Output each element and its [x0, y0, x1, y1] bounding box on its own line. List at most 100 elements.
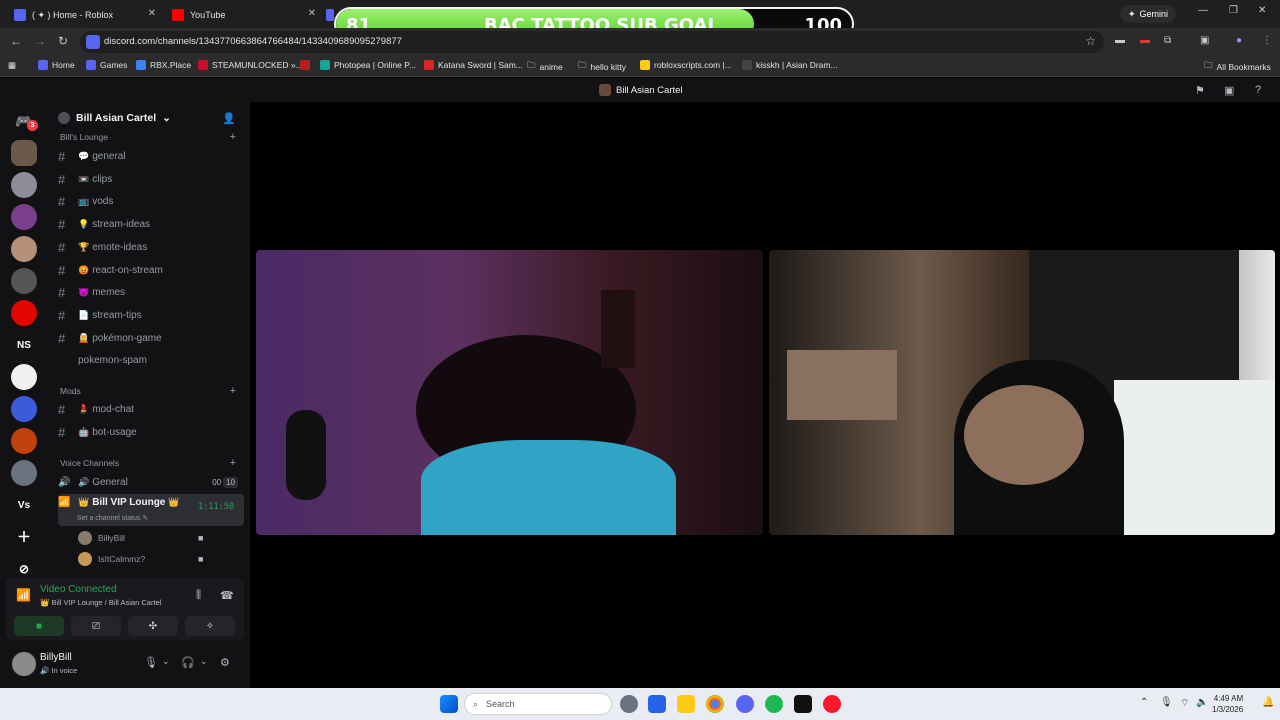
bookmark-star-icon[interactable]: ☆ — [1085, 34, 1096, 48]
chevron-down-icon[interactable]: ⌄ — [162, 656, 170, 667]
voice-channel-general[interactable]: 🔊 🔊 General 00 10 — [58, 472, 244, 492]
close-tab-icon[interactable]: ✕ — [308, 8, 316, 19]
start-windows-icon[interactable] — [440, 695, 458, 713]
notifications-bell-icon[interactable]: 🔔 — [1262, 697, 1274, 708]
extensions-puzzle-icon[interactable]: ⧉ — [1164, 35, 1171, 46]
server-icon[interactable] — [11, 460, 37, 486]
store-icon[interactable] — [648, 695, 666, 713]
extension-red-icon[interactable]: ▬ — [1140, 35, 1150, 46]
share-screen-button[interactable]: ⎚ — [71, 616, 121, 636]
bookmark-games[interactable]: Games — [86, 60, 127, 70]
help-icon[interactable]: ? — [1255, 84, 1261, 96]
apps-grid-icon[interactable]: ▦ — [8, 60, 16, 71]
channel-general[interactable]: # 💬 general — [58, 146, 244, 166]
server-bill-asian-cartel[interactable] — [11, 140, 37, 166]
voice-user-billybill[interactable]: BillyBill ■ — [78, 531, 203, 545]
video-tile-billybill[interactable] — [256, 250, 763, 535]
file-explorer-icon[interactable] — [677, 695, 695, 713]
site-info-icon[interactable] — [86, 35, 100, 49]
reload-icon[interactable]: ↻ — [58, 34, 68, 48]
activities-button[interactable]: ✣ — [128, 616, 178, 636]
connection-signal-icon[interactable]: 📶 — [16, 588, 31, 602]
channel-pokemon-game[interactable]: # 🧝 pokémon-game — [58, 328, 244, 348]
bookmark-robloxscripts[interactable]: robloxscripts.com |... — [640, 60, 732, 70]
bookmark-steamunlocked[interactable]: STEAMUNLOCKED »... — [198, 60, 303, 70]
category-voice[interactable]: Voice Channels — [60, 458, 119, 468]
inbox-icon[interactable]: ▣ — [1224, 84, 1234, 97]
wifi-icon[interactable]: ⌔ — [1180, 697, 1189, 710]
tab-roblox[interactable]: ( ✦ ) Home - Roblox ✕ — [8, 4, 160, 26]
server-icon[interactable] — [11, 396, 37, 422]
server-name-header[interactable]: Bill Asian Cartel ⌄ — [58, 112, 171, 124]
server-icon[interactable] — [11, 204, 37, 230]
video-tile-isitcalmmz[interactable] — [769, 250, 1275, 535]
tray-chevron-up-icon[interactable]: ⌃ — [1140, 697, 1148, 708]
server-among-us-icon[interactable] — [11, 300, 37, 326]
settings-gear-icon[interactable]: ⚙ — [220, 656, 230, 669]
close-tab-icon[interactable]: ✕ — [148, 8, 156, 19]
close-window-icon[interactable]: ✕ — [1258, 5, 1266, 16]
add-channel-icon[interactable]: + — [230, 457, 236, 469]
all-bookmarks-button[interactable]: 🗀 All Bookmarks — [1204, 60, 1271, 74]
chevron-down-icon[interactable]: ⌄ — [200, 656, 208, 667]
server-icon[interactable] — [11, 364, 37, 390]
category-mods[interactable]: Mods — [60, 386, 81, 396]
channel-stream-tips[interactable]: # 📄 stream-tips — [58, 305, 244, 325]
user-avatar[interactable] — [12, 652, 36, 676]
voice-location[interactable]: 👑 Bill VIP Lounge / Bill Asian Cartel — [40, 598, 161, 607]
bookmark-red-icon[interactable] — [300, 60, 310, 70]
profile-icon[interactable]: ● — [1236, 35, 1242, 46]
channel-clips[interactable]: # 📼 clips — [58, 169, 244, 189]
app-icon[interactable] — [794, 695, 812, 713]
volume-icon[interactable]: 🔈 — [1196, 697, 1208, 708]
disconnect-icon[interactable]: ☎ — [220, 589, 234, 602]
discord-taskbar-icon[interactable] — [736, 695, 754, 713]
channel-mod-chat[interactable]: # 💄 mod-chat — [58, 399, 244, 419]
channel-pokemon-spam[interactable]: pokemon-spam — [58, 350, 244, 370]
chrome-icon[interactable] — [706, 695, 724, 713]
channel-react-on-stream[interactable]: # 😡 react-on-stream — [58, 260, 244, 280]
bookmark-katana[interactable]: Katana Sword | Sam... — [424, 60, 523, 70]
spotify-icon[interactable] — [765, 695, 783, 713]
tray-mic-icon[interactable]: 🎙 — [1160, 697, 1173, 708]
add-channel-icon[interactable]: + — [230, 385, 236, 397]
gemini-button[interactable]: ✦ Gemini — [1120, 5, 1177, 23]
taskbar-search[interactable]: ⌕ Search — [464, 693, 612, 715]
channel-vods[interactable]: # 📺 vods — [58, 191, 244, 211]
bookmark-home[interactable]: Home — [38, 60, 75, 70]
restore-icon[interactable]: ❐ — [1229, 5, 1238, 16]
noise-suppression-icon[interactable]: ⫼ — [196, 589, 201, 602]
server-icon[interactable] — [11, 428, 37, 454]
invite-people-icon[interactable]: 👤 — [222, 112, 236, 125]
voice-user-isitcalmmz[interactable]: IsItCalmmz? ■ — [78, 552, 203, 566]
taskbar-clock[interactable]: 4:49 AM 1/3/2026 — [1212, 693, 1243, 715]
opera-icon[interactable] — [823, 695, 841, 713]
channel-stream-ideas[interactable]: # 💡 stream-ideas — [58, 214, 244, 234]
tab-youtube[interactable]: YouTube ✕ — [166, 4, 320, 26]
headphones-icon[interactable]: 🎧 — [181, 656, 195, 669]
back-icon[interactable]: ← — [10, 34, 22, 48]
channel-bot-usage[interactable]: # 🤖 bot-usage — [58, 422, 244, 442]
channel-status-prompt[interactable]: Set a channel status ✎ — [77, 514, 148, 522]
bookmark-photopea[interactable]: Photopea | Online P... — [320, 60, 416, 70]
server-ns-icon[interactable]: NS — [11, 332, 37, 358]
channel-emote-ideas[interactable]: # 🏆 emote-ideas — [58, 237, 244, 257]
channel-memes[interactable]: # 😈 memes — [58, 282, 244, 302]
mouse-app-icon[interactable] — [620, 695, 638, 713]
server-icon[interactable] — [11, 236, 37, 262]
soundboard-button[interactable]: ✧ — [185, 616, 235, 636]
server-icon[interactable] — [11, 268, 37, 294]
browser-menu-icon[interactable]: ⋮ — [1262, 35, 1272, 46]
camera-toggle-button[interactable]: ■ — [14, 616, 64, 636]
flag-icon[interactable]: ⚑ — [1195, 84, 1205, 97]
minimize-icon[interactable]: — — [1198, 5, 1208, 16]
add-server-icon[interactable]: ＋ — [11, 524, 37, 550]
server-icon[interactable] — [11, 172, 37, 198]
bookmark-rbxplace[interactable]: RBX.Place — [136, 60, 191, 70]
tab-search-icon[interactable]: ▣ — [1200, 35, 1209, 46]
add-channel-icon[interactable]: + — [230, 131, 236, 143]
bookmark-folder-hello-kitty[interactable]: 🗀 hello kitty — [578, 60, 626, 74]
forward-icon[interactable]: → — [34, 34, 46, 48]
bookmark-folder-anime[interactable]: 🗀 anime — [527, 60, 563, 74]
extension-icon[interactable]: ▬ — [1115, 35, 1125, 46]
